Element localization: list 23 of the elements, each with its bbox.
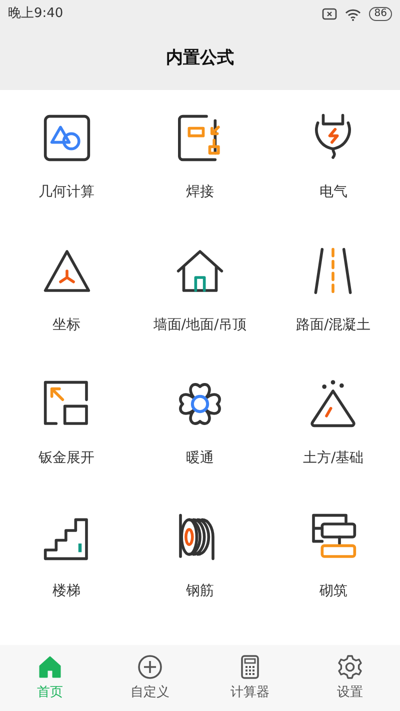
nav-tab[interactable]: 计算器 (200, 645, 300, 711)
wifi-icon (345, 8, 362, 20)
formula-category[interactable]: 土方/基础 (302, 448, 364, 469)
formula-category[interactable]: 焊接 (186, 182, 214, 203)
formula-category[interactable]: 坐标 (52, 315, 81, 336)
formula-category[interactable]: 路面/混凝土 (296, 315, 371, 336)
formula-category[interactable]: 楼梯 (52, 581, 81, 602)
sim-icon (322, 8, 338, 20)
formula-category[interactable]: 砌筑 (319, 581, 348, 602)
home-icon (37, 654, 63, 680)
formula-category[interactable]: 钢筋 (186, 581, 214, 602)
formula-category[interactable]: 几何计算 (38, 182, 95, 203)
nav-tab[interactable]: 设置 (300, 645, 400, 711)
settings-icon (337, 654, 363, 680)
formula-category[interactable]: 墙面/地面/吊顶 (153, 315, 247, 336)
status-time: 晚上9:40 (8, 5, 64, 24)
page-title: 内置公式 (166, 47, 234, 70)
plus-circle-icon (137, 654, 163, 680)
battery-level: 86 (369, 7, 392, 21)
formula-category[interactable]: 暖通 (186, 448, 214, 469)
formula-category[interactable]: 电气 (319, 182, 348, 203)
formula-category[interactable]: 钣金展开 (38, 448, 95, 469)
nav-tab[interactable]: 自定义 (100, 645, 200, 711)
